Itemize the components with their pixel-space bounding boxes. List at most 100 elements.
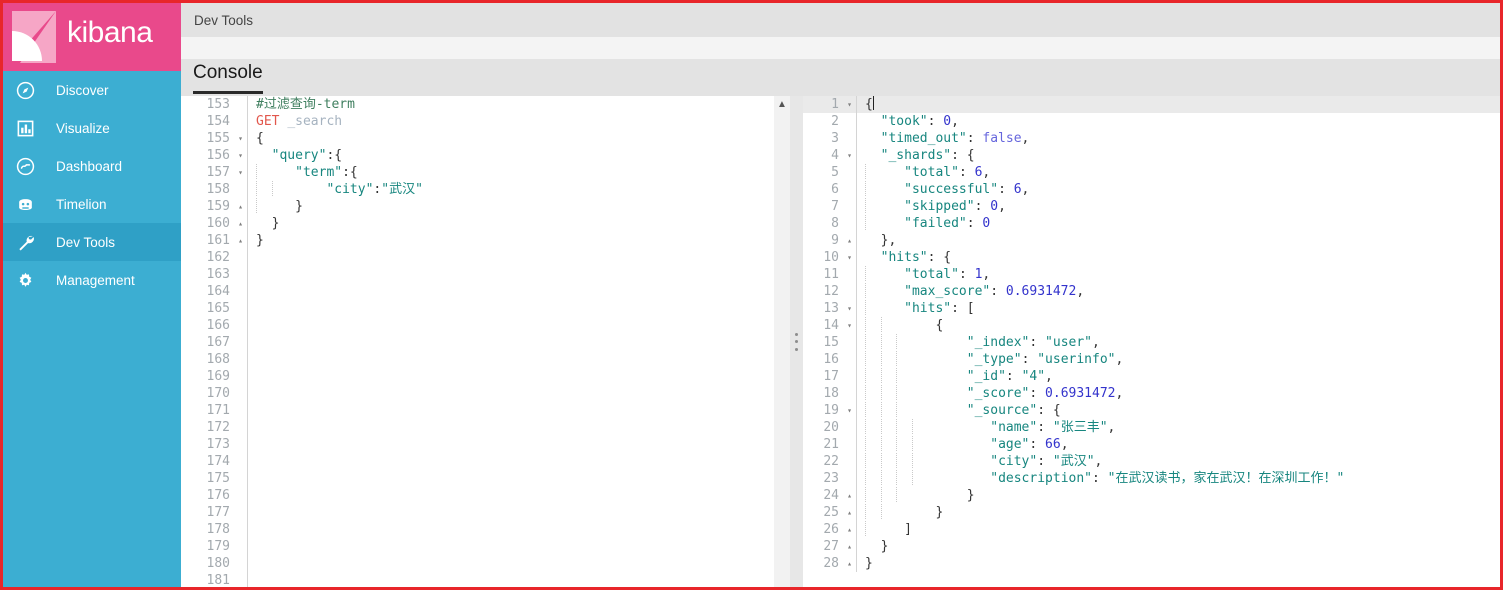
kibana-logo-block[interactable]: kibana xyxy=(3,3,181,71)
code-line[interactable]: 156 ▾ "query":{ xyxy=(190,147,790,164)
code-line[interactable]: 21 "age": 66, xyxy=(803,436,1500,453)
fold-close-icon[interactable]: ▴ xyxy=(234,232,247,249)
gutter-divider xyxy=(247,317,248,334)
code-line[interactable]: 7 "skipped": 0, xyxy=(803,198,1500,215)
code-line[interactable]: 25 ▴ } xyxy=(803,504,1500,521)
code-line[interactable]: 22 "city": "武汉", xyxy=(803,453,1500,470)
code-line[interactable]: 154 GET _search xyxy=(190,113,790,130)
code-line[interactable]: 2 "took": 0, xyxy=(803,113,1500,130)
code-line[interactable]: 174 xyxy=(190,453,790,470)
fold-close-icon[interactable]: ▴ xyxy=(843,232,856,249)
drag-handle-icon[interactable] xyxy=(794,332,798,351)
tab-console[interactable]: Console xyxy=(193,62,263,94)
fold-open-icon[interactable]: ▾ xyxy=(234,147,247,164)
fold-open-icon[interactable]: ▾ xyxy=(843,300,856,317)
response-viewer[interactable]: 1 ▾{2 "took": 0, 3 "timed_out": false, 4 ▾ "… xyxy=(803,96,1500,587)
code-line[interactable]: 179 xyxy=(190,538,790,555)
code-line[interactable]: 27 ▴ } xyxy=(803,538,1500,555)
code-line[interactable]: 177 xyxy=(190,504,790,521)
fold-open-icon[interactable]: ▾ xyxy=(843,96,856,113)
fold-open-icon[interactable]: ▾ xyxy=(843,249,856,266)
breadcrumb-dev-tools[interactable]: Dev Tools xyxy=(194,13,253,28)
fold-open-icon[interactable]: ▾ xyxy=(234,130,247,147)
fold-close-icon[interactable]: ▴ xyxy=(234,215,247,232)
code-line[interactable]: 5 "total": 6, xyxy=(803,164,1500,181)
sidebar-item-discover[interactable]: Discover xyxy=(3,71,181,109)
code-line[interactable]: 170 xyxy=(190,385,790,402)
code-line[interactable]: 24 ▴ } xyxy=(803,487,1500,504)
response-line-number: 9 xyxy=(831,233,839,248)
code-line[interactable]: 10 ▾ "hits": { xyxy=(803,249,1500,266)
fold-close-icon[interactable]: ▴ xyxy=(843,487,856,504)
sidebar-item-dashboard[interactable]: Dashboard xyxy=(3,147,181,185)
fold-close-icon[interactable]: ▴ xyxy=(843,521,856,538)
fold-close-icon[interactable]: ▴ xyxy=(843,555,856,572)
fold-open-icon[interactable]: ▾ xyxy=(843,402,856,419)
code-line[interactable]: 172 xyxy=(190,419,790,436)
code-line[interactable]: 178 xyxy=(190,521,790,538)
code-line[interactable]: 169 xyxy=(190,368,790,385)
token-punc: : xyxy=(1037,454,1053,469)
sidebar-item-management[interactable]: Management xyxy=(3,261,181,299)
code-line[interactable]: 28 ▴} xyxy=(803,555,1500,572)
code-line[interactable]: 160 ▴ } xyxy=(190,215,790,232)
code-line[interactable]: 171 xyxy=(190,402,790,419)
code-line[interactable]: 13 ▾ "hits": [ xyxy=(803,300,1500,317)
sidebar-item-timelion[interactable]: Timelion xyxy=(3,185,181,223)
code-line[interactable]: 155 ▾ { xyxy=(190,130,790,147)
code-line[interactable]: 14 ▾ { xyxy=(803,317,1500,334)
code-line[interactable]: 175 xyxy=(190,470,790,487)
code-text: "description": "在武汉读书，家在武汉！在深圳工作！" xyxy=(865,470,1500,487)
sidebar-item-dev-tools[interactable]: Dev Tools xyxy=(3,223,181,261)
request-editor[interactable]: 153 #过滤查询-term 154 GET _search 155 ▾ {156 ▾ "qu… xyxy=(190,96,790,587)
code-line[interactable]: 166 xyxy=(190,317,790,334)
code-line[interactable]: 165 xyxy=(190,300,790,317)
request-editor-scrollbar[interactable]: ▲ xyxy=(774,96,790,587)
code-line[interactable]: 23 "description": "在武汉读书，家在武汉！在深圳工作！" xyxy=(803,470,1500,487)
code-line[interactable]: 159 ▴ } xyxy=(190,198,790,215)
code-line[interactable]: 17 "_id": "4", xyxy=(803,368,1500,385)
fold-open-icon[interactable]: ▾ xyxy=(843,317,856,334)
code-line[interactable]: 176 xyxy=(190,487,790,504)
code-line[interactable]: 181 xyxy=(190,572,790,587)
response-viewer-lines[interactable]: 1 ▾{2 "took": 0, 3 "timed_out": false, 4 ▾ "… xyxy=(803,96,1500,572)
fold-close-icon[interactable]: ▴ xyxy=(234,198,247,215)
token-key: "failed" xyxy=(904,216,967,231)
code-line[interactable]: 3 "timed_out": false, xyxy=(803,130,1500,147)
fold-close-icon[interactable]: ▴ xyxy=(843,504,856,521)
code-line[interactable]: 18 "_score": 0.6931472, xyxy=(803,385,1500,402)
code-line[interactable]: 19 ▾ "_source": { xyxy=(803,402,1500,419)
code-line[interactable]: 4 ▾ "_shards": { xyxy=(803,147,1500,164)
code-line[interactable]: 26 ▴ ] xyxy=(803,521,1500,538)
token-punc: : [ xyxy=(951,301,975,316)
code-line[interactable]: 162 xyxy=(190,249,790,266)
code-line[interactable]: 161 ▴} xyxy=(190,232,790,249)
fold-open-icon[interactable]: ▾ xyxy=(843,147,856,164)
fold-close-icon[interactable]: ▴ xyxy=(843,538,856,555)
code-line[interactable]: 20 "name": "张三丰", xyxy=(803,419,1500,436)
code-line[interactable]: 1 ▾ { xyxy=(803,96,1500,113)
editor-line-number: 166 xyxy=(206,318,230,333)
code-line[interactable]: 157 ▾ "term":{ xyxy=(190,164,790,181)
code-line[interactable]: 12 "max_score": 0.6931472, xyxy=(803,283,1500,300)
code-line[interactable]: 153 #过滤查询-term xyxy=(190,96,790,113)
code-line[interactable]: 173 xyxy=(190,436,790,453)
token-num: 0 xyxy=(990,199,999,214)
code-line[interactable]: 6 "successful": 6, xyxy=(803,181,1500,198)
code-line[interactable]: 158 "city":"武汉" xyxy=(190,181,790,198)
request-editor-lines[interactable]: 153 #过滤查询-term 154 GET _search 155 ▾ {156 ▾ "qu… xyxy=(190,96,790,587)
code-line[interactable]: 16 "_type": "userinfo", xyxy=(803,351,1500,368)
sidebar-item-visualize[interactable]: Visualize xyxy=(3,109,181,147)
code-line[interactable]: 167 xyxy=(190,334,790,351)
code-line[interactable]: 11 "total": 1, xyxy=(803,266,1500,283)
code-line[interactable]: 9 ▴ }, xyxy=(803,232,1500,249)
code-line[interactable]: 168 xyxy=(190,351,790,368)
code-line[interactable]: 180 xyxy=(190,555,790,572)
code-line[interactable]: 163 xyxy=(190,266,790,283)
code-line[interactable]: 164 xyxy=(190,283,790,300)
chevron-up-icon[interactable]: ▲ xyxy=(774,98,790,112)
code-line[interactable]: 8 "failed": 0 xyxy=(803,215,1500,232)
fold-open-icon[interactable]: ▾ xyxy=(234,164,247,181)
pane-splitter[interactable] xyxy=(790,96,803,587)
code-line[interactable]: 15 "_index": "user", xyxy=(803,334,1500,351)
